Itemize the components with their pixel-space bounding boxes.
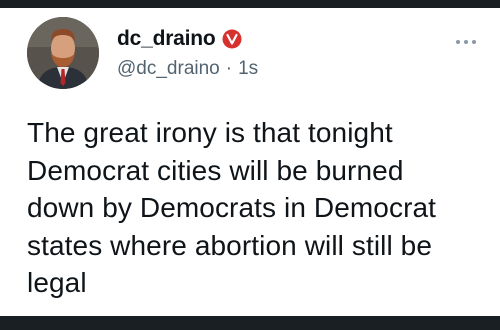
verified-badge-icon — [222, 29, 242, 49]
tweet-card[interactable]: dc_draino @dc_draino · 1s The great iron… — [0, 8, 500, 316]
timestamp[interactable]: 1s — [238, 57, 258, 81]
avatar-image — [27, 17, 99, 89]
more-dot — [464, 40, 468, 44]
more-options-icon[interactable] — [454, 32, 478, 52]
display-name[interactable]: dc_draino — [117, 26, 216, 52]
tweet-text: The great irony is that tonight Democrat… — [27, 117, 437, 298]
name-row: dc_draino — [117, 26, 258, 52]
tweet-header: dc_draino @dc_draino · 1s — [117, 26, 258, 81]
more-dot — [456, 40, 460, 44]
handle-row: @dc_draino · 1s — [117, 57, 258, 81]
avatar[interactable] — [27, 17, 99, 89]
more-dot — [472, 40, 476, 44]
handle[interactable]: @dc_draino — [117, 57, 220, 81]
separator: · — [225, 58, 233, 79]
screenshot-frame: dc_draino @dc_draino · 1s The great iron… — [0, 0, 500, 330]
